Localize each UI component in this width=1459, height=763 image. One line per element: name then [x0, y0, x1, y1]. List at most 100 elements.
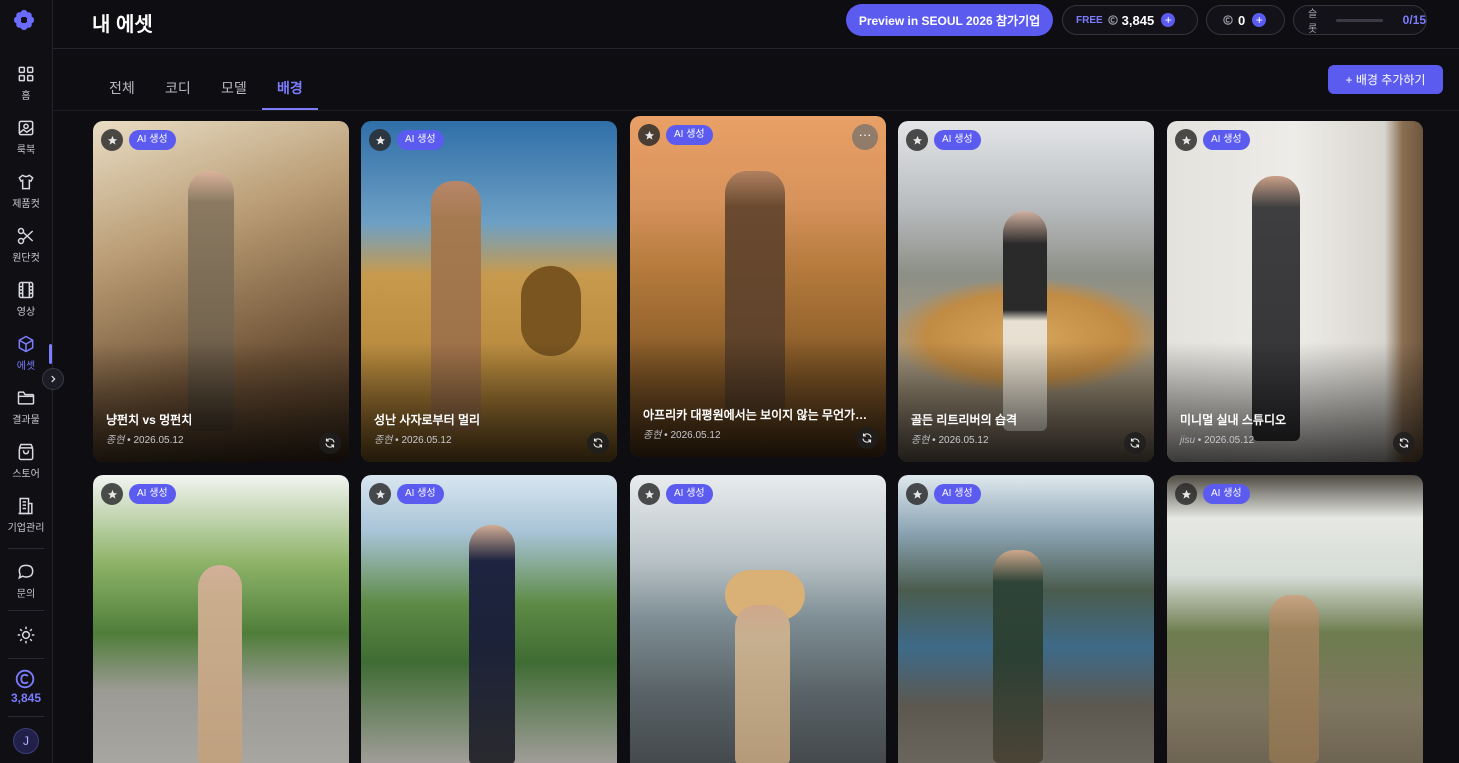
ai-generated-badge: AI 생성	[129, 130, 176, 150]
model-figure	[1269, 595, 1319, 763]
film-icon	[18, 281, 34, 299]
model-figure	[198, 565, 242, 763]
more-options-button[interactable]: ···	[852, 124, 878, 150]
sun-icon[interactable]	[16, 625, 36, 645]
regenerate-button[interactable]	[1393, 432, 1415, 454]
asset-card[interactable]: AI 생성	[630, 475, 886, 763]
refresh-icon	[1399, 438, 1409, 448]
scissors-icon	[17, 227, 34, 245]
sidebar-item-label: 결과물	[12, 415, 40, 426]
card-author: 종현	[911, 435, 930, 446]
sidebar-item-store[interactable]: 스토어	[0, 438, 52, 486]
sidebar-divider	[8, 716, 44, 717]
card-author: jisu	[1180, 435, 1196, 446]
sidebar-item-inquiry[interactable]: 문의	[0, 558, 52, 606]
star-icon	[1181, 135, 1191, 145]
favorite-button[interactable]	[1175, 483, 1197, 505]
regenerate-button[interactable]	[1124, 432, 1146, 454]
card-title: 골든 리트리버의 습격	[911, 413, 1018, 427]
star-icon	[644, 489, 654, 499]
asset-card[interactable]: AI 생성	[898, 475, 1154, 763]
tab-outfit[interactable]: 코디	[165, 78, 191, 98]
favorite-button[interactable]	[369, 483, 391, 505]
regenerate-button[interactable]	[587, 432, 609, 454]
slot-progress-track	[1335, 18, 1383, 22]
free-tag: FREE	[1076, 14, 1103, 26]
image-icon	[18, 120, 34, 136]
slot-label: 슬롯	[1308, 9, 1318, 35]
favorite-button[interactable]	[101, 483, 123, 505]
star-icon	[107, 135, 117, 145]
refresh-icon	[325, 438, 335, 448]
sidebar-divider	[8, 610, 44, 611]
card-meta: jisu • 2026.05.12	[1180, 435, 1255, 446]
regenerate-button[interactable]	[319, 432, 341, 454]
star-icon	[375, 135, 385, 145]
ai-generated-badge: AI 생성	[129, 484, 176, 504]
card-meta: 종현 • 2026.05.12	[374, 435, 452, 446]
sidebar-item-label: 스토어	[12, 469, 40, 480]
card-date: 2026.05.12	[1204, 435, 1255, 446]
chat-icon	[18, 564, 34, 580]
sidebar-item-product[interactable]: 제품컷	[0, 168, 52, 216]
asset-card[interactable]: AI 생성 ··· 아프리카 대평원에서는 보이지 않는 무언가를 ... 종현…	[630, 116, 886, 457]
card-date: 2026.05.12	[401, 435, 452, 446]
card-title: 냥펀치 vs 멍펀치	[106, 413, 193, 427]
card-author: 종현	[106, 435, 125, 446]
favorite-button[interactable]	[638, 124, 660, 146]
sidebar-item-company[interactable]: 기업관리	[0, 492, 52, 540]
sidebar-item-fabric[interactable]: 원단컷	[0, 222, 52, 270]
paid-credit-count: 0	[1238, 12, 1246, 28]
favorite-button[interactable]	[638, 483, 660, 505]
favorite-button[interactable]	[1175, 129, 1197, 151]
sidebar-item-results[interactable]: 결과물	[0, 384, 52, 432]
sidebar-item-lookbook[interactable]: 룩북	[0, 114, 52, 162]
sidebar-item-label: 문의	[16, 589, 36, 600]
free-credits-pill[interactable]: FREE 3,845 +	[1062, 5, 1198, 35]
asset-card[interactable]: AI 생성	[93, 475, 349, 763]
model-figure	[735, 605, 790, 763]
favorite-button[interactable]	[369, 129, 391, 151]
coin-icon	[1107, 15, 1118, 25]
star-icon	[375, 489, 385, 499]
asset-card[interactable]: AI 생성 냥펀치 vs 멍펀치 종현 • 2026.05.12	[93, 121, 349, 462]
card-date: 2026.05.12	[133, 435, 184, 446]
paid-credits-pill[interactable]: 0 +	[1206, 5, 1285, 35]
page-title: 내 에셋	[92, 14, 153, 36]
card-meta: 종현 • 2026.05.12	[643, 430, 721, 441]
ai-generated-badge: AI 생성	[1203, 130, 1250, 150]
favorite-button[interactable]	[101, 129, 123, 151]
ai-generated-badge: AI 생성	[1203, 484, 1250, 504]
tab-background[interactable]: 배경	[277, 78, 303, 98]
refresh-icon	[862, 433, 872, 443]
sidebar-item-label: 홈	[21, 91, 31, 102]
favorite-button[interactable]	[906, 129, 928, 151]
sidebar-credit-count: 3,845	[10, 691, 42, 705]
model-figure	[469, 525, 515, 763]
logo-icon[interactable]	[13, 9, 35, 31]
sidebar-item-video[interactable]: 영상	[0, 276, 52, 324]
sidebar-item-home[interactable]: 홈	[0, 60, 52, 108]
credit-icon	[15, 669, 35, 689]
favorite-button[interactable]	[906, 483, 928, 505]
slot-value: 0/15	[1402, 13, 1426, 27]
asset-card[interactable]: AI 생성 골든 리트리버의 습격 종현 • 2026.05.12	[898, 121, 1154, 462]
asset-card[interactable]: AI 생성 미니멀 실내 스튜디오 jisu • 2026.05.12	[1167, 121, 1423, 462]
tab-all[interactable]: 전체	[109, 78, 135, 98]
card-date: 2026.05.12	[938, 435, 989, 446]
preview-seoul-button[interactable]: Preview in SEOUL 2026 참가기업	[846, 4, 1053, 36]
ai-generated-badge: AI 생성	[934, 130, 981, 150]
sidebar-item-label: 제품컷	[12, 199, 40, 210]
regenerate-button[interactable]	[856, 427, 878, 449]
tab-model[interactable]: 모델	[221, 78, 247, 98]
ai-generated-badge: AI 생성	[934, 484, 981, 504]
add-free-credit-button[interactable]: +	[1161, 13, 1176, 27]
asset-card[interactable]: AI 생성	[361, 475, 617, 763]
ai-generated-badge: AI 생성	[666, 484, 713, 504]
add-background-button[interactable]: + 배경 추가하기	[1328, 65, 1443, 94]
asset-card[interactable]: AI 생성	[1167, 475, 1423, 763]
avatar[interactable]: J	[13, 728, 39, 754]
add-paid-credit-button[interactable]: +	[1252, 13, 1267, 27]
asset-card[interactable]: AI 생성 성난 사자로부터 멀리 종현 • 2026.05.12	[361, 121, 617, 462]
sidebar-collapse-button[interactable]	[42, 368, 64, 390]
